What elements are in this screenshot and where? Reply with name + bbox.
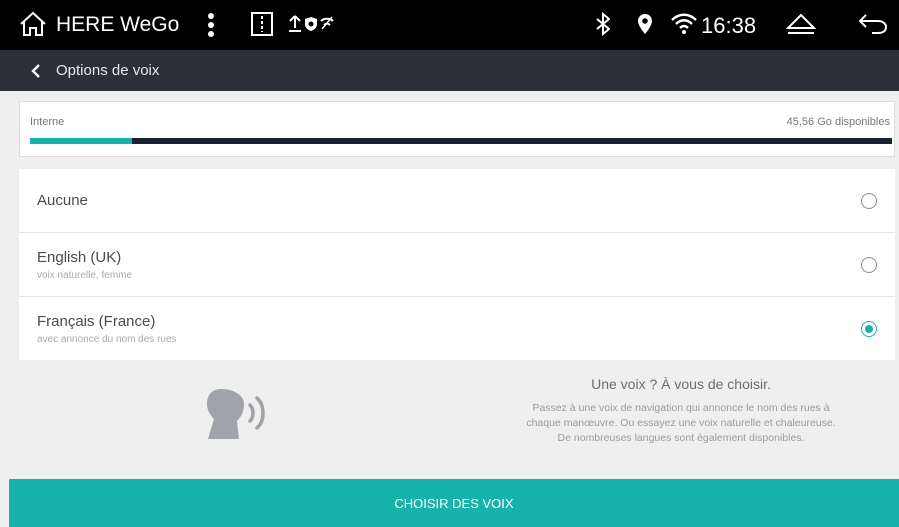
signal-off-icon xyxy=(320,16,334,30)
voice-name: Français (France) xyxy=(37,313,156,330)
screen-split-icon[interactable] xyxy=(251,12,273,36)
voice-option-english-uk[interactable]: English (UK) voix naturelle, femme xyxy=(19,233,895,297)
storage-free-space: 45,56 Go disponibles xyxy=(786,116,890,128)
bluetooth-icon xyxy=(596,12,610,36)
promo-title: Une voix ? À vous de choisir. xyxy=(591,376,771,392)
storage-label: Interne xyxy=(30,116,65,128)
voice-name: English (UK) xyxy=(37,249,122,266)
voice-option-francais-france[interactable]: Français (France) avec annonce du nom de… xyxy=(19,297,895,360)
radio-button[interactable] xyxy=(861,193,877,209)
clock: 16:38 xyxy=(701,13,757,38)
home-icon[interactable] xyxy=(19,11,47,37)
voice-list: Aucune English (UK) voix naturelle, femm… xyxy=(19,169,895,360)
vertical-dots-icon[interactable] xyxy=(207,12,215,38)
voice-option-aucune[interactable]: Aucune xyxy=(19,169,895,233)
location-pin-icon xyxy=(637,13,653,35)
app-bar: Options de voix xyxy=(0,50,899,91)
page-title: Options de voix xyxy=(56,62,160,79)
storage-progress-fill xyxy=(30,138,132,144)
wifi-icon xyxy=(670,13,698,35)
status-bar: HERE WeGo 16:38 xyxy=(0,0,899,50)
radio-button[interactable] xyxy=(861,257,877,273)
radio-button[interactable] xyxy=(861,321,877,337)
voice-description: avec annonce du nom des rues xyxy=(37,334,177,345)
storage-progress-bar xyxy=(30,138,892,144)
back-arrow-icon[interactable] xyxy=(858,13,888,35)
promo-description: Passez à une voix de navigation qui anno… xyxy=(500,401,862,446)
speaking-person-icon xyxy=(203,385,275,445)
voice-name: Aucune xyxy=(37,192,88,209)
radio-dot xyxy=(865,325,873,333)
eject-icon[interactable] xyxy=(786,13,816,35)
app-title: HERE WeGo xyxy=(56,13,180,36)
promo-line: chaque manœuvre. Ou essayez une voix nat… xyxy=(526,417,836,429)
voice-description: voix naturelle, femme xyxy=(37,270,133,281)
storage-panel: Interne 45,56 Go disponibles xyxy=(19,101,895,157)
promo-line: De nombreuses langues sont également dis… xyxy=(557,432,805,444)
shield-icon xyxy=(304,16,318,32)
promo-line: Passez à une voix de navigation qui anno… xyxy=(532,402,830,414)
choose-voices-button[interactable]: CHOISIR DES VOIX xyxy=(9,479,899,527)
chevron-left-icon[interactable] xyxy=(28,61,44,81)
upload-icon xyxy=(288,15,302,33)
